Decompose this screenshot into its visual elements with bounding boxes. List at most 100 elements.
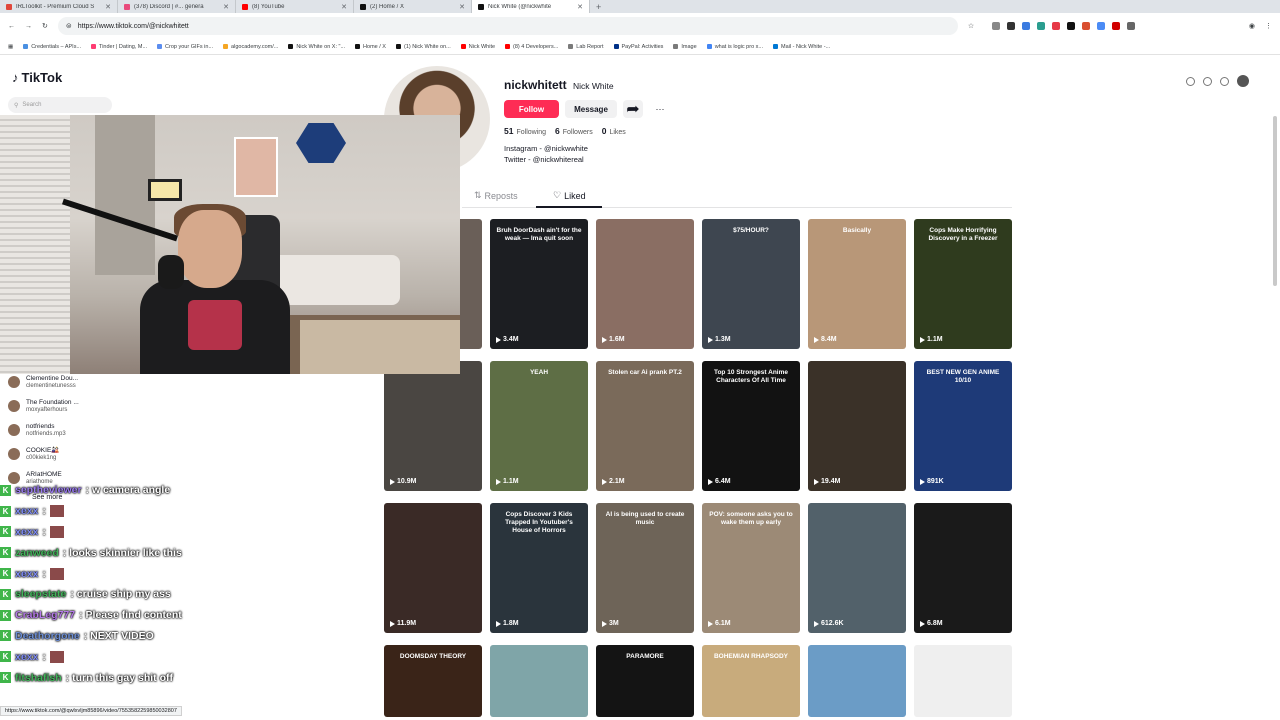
bookmark-favicon-icon xyxy=(460,44,466,49)
extension-icon[interactable] xyxy=(1097,22,1106,30)
more-options-icon[interactable]: ··· xyxy=(650,100,670,118)
following-account[interactable]: notfriends notfriends.mp3 xyxy=(8,418,118,442)
reload-icon[interactable]: ↻ xyxy=(42,22,48,30)
video-card[interactable]: 11.9M xyxy=(384,503,482,633)
bookmark-item[interactable]: algocademy.com/... xyxy=(223,44,278,50)
browser-tab[interactable]: (8) YouTube ✕ xyxy=(236,0,354,13)
video-card[interactable] xyxy=(914,645,1012,717)
extension-icon[interactable] xyxy=(1067,22,1076,30)
follow-button[interactable]: Follow xyxy=(504,100,559,118)
tab-favicon-icon xyxy=(124,3,130,10)
site-info-icon[interactable]: ⊜ xyxy=(66,22,72,30)
video-card[interactable]: DOOMSDAY THEORY xyxy=(384,645,482,717)
following-account[interactable]: COOKIE🎎 c00kiek1ng xyxy=(8,442,118,466)
puzzle-icon[interactable] xyxy=(1127,22,1136,30)
extension-icon[interactable] xyxy=(1052,22,1061,30)
browser-tab[interactable]: Nick White (@nickwhite ✕ xyxy=(472,0,590,13)
message-button[interactable]: Message xyxy=(565,100,617,118)
extension-icon[interactable] xyxy=(1007,22,1016,30)
play-icon xyxy=(390,478,395,485)
bookmark-star-icon[interactable]: ☆ xyxy=(968,22,974,30)
extension-icon[interactable] xyxy=(1112,22,1121,30)
video-card[interactable]: BEST NEW GEN ANIME 10/10 891K xyxy=(914,361,1012,491)
video-card[interactable]: Bruh DoorDash ain't for the weak — Ima q… xyxy=(490,219,588,349)
bookmark-item[interactable]: Mail - Nick White -... xyxy=(772,44,830,50)
tab-liked[interactable]: ♡ Liked xyxy=(553,190,586,201)
new-tab-icon[interactable]: + xyxy=(590,2,607,12)
video-card[interactable]: YEAH 1.1M xyxy=(490,361,588,491)
extension-icon[interactable] xyxy=(1037,22,1046,30)
followers-stat[interactable]: 6 Followers xyxy=(555,126,593,136)
extension-icon[interactable] xyxy=(992,22,1001,30)
download-icon[interactable] xyxy=(1220,76,1229,86)
bookmark-item[interactable]: Home / X xyxy=(355,44,386,50)
video-card[interactable]: Top 10 Strongest Anime Characters Of All… xyxy=(702,361,800,491)
video-card[interactable] xyxy=(490,645,588,717)
chat-text: : w camera angle xyxy=(85,484,171,497)
bookmark-item[interactable]: Nick White on X: "... xyxy=(288,44,345,50)
url-field[interactable]: ⊜ https://www.tiktok.com/@nickwhitett xyxy=(57,17,958,35)
following-stat[interactable]: 51 Following xyxy=(504,126,546,136)
device-icon[interactable] xyxy=(1203,76,1212,86)
profile-avatar-icon[interactable]: ◉ xyxy=(1249,22,1255,30)
browser-tab[interactable]: IRLToolkit - Premium Cloud S ✕ xyxy=(0,0,118,13)
video-card[interactable]: PARAMORE xyxy=(596,645,694,717)
bookmark-item[interactable]: Image xyxy=(673,44,697,50)
extension-icon[interactable] xyxy=(1022,22,1031,30)
user-avatar-icon[interactable] xyxy=(1237,75,1249,87)
bookmark-item[interactable]: Nick White xyxy=(460,44,495,50)
close-icon[interactable]: ✕ xyxy=(223,3,229,11)
url-text[interactable]: https://www.tiktok.com/@nickwhitett xyxy=(78,23,189,30)
video-card[interactable]: $75/HOUR? 1.3M xyxy=(702,219,800,349)
bookmark-item[interactable]: (1) Nick White on... xyxy=(395,44,451,50)
bookmark-item[interactable]: Tinder | Dating, M... xyxy=(91,44,147,50)
coins-icon[interactable] xyxy=(1186,76,1195,86)
bookmark-item[interactable]: PayPal: Activities xyxy=(613,44,663,50)
tab-title: (8) YouTube xyxy=(252,3,285,10)
bookmark-item[interactable]: (8) 4 Developers... xyxy=(505,44,558,50)
tab-favicon-icon xyxy=(6,3,12,10)
close-icon[interactable]: ✕ xyxy=(341,3,347,11)
apps-grid-icon[interactable]: ▦ xyxy=(8,44,13,50)
bookmark-item[interactable]: Crop your GIFs in... xyxy=(157,44,213,50)
play-icon xyxy=(814,478,819,485)
video-card[interactable]: Cops Discover 3 Kids Trapped In Youtuber… xyxy=(490,503,588,633)
close-icon[interactable]: ✕ xyxy=(577,3,583,11)
kebab-menu-icon[interactable]: ⋮ xyxy=(1265,22,1272,30)
forward-icon[interactable]: → xyxy=(25,23,32,30)
browser-tab[interactable]: (2) Home / X ✕ xyxy=(354,0,472,13)
browser-tab-strip: IRLToolkit - Premium Cloud S ✕ (378) Disco… xyxy=(0,0,1280,13)
back-icon[interactable]: ← xyxy=(8,23,15,30)
close-icon[interactable]: ✕ xyxy=(459,3,465,11)
tab-title: Nick White (@nickwhite xyxy=(488,3,552,10)
page-scrollbar[interactable] xyxy=(1273,116,1277,286)
search-input[interactable]: ⚲ Search xyxy=(8,97,112,113)
video-card[interactable]: Cops Make Horrifying Discovery in a Free… xyxy=(914,219,1012,349)
video-card[interactable]: BOHEMIAN RHAPSODY xyxy=(702,645,800,717)
tiktok-logo[interactable]: ♪ TikTok xyxy=(12,70,62,85)
video-card[interactable] xyxy=(808,645,906,717)
platform-badge-icon: K xyxy=(0,651,11,663)
video-card[interactable]: POV: someone asks you to wake them up ea… xyxy=(702,503,800,633)
video-card[interactable]: 6.8M xyxy=(914,503,1012,633)
bookmark-favicon-icon xyxy=(772,44,778,49)
video-card[interactable]: 10.9M xyxy=(384,361,482,491)
bookmark-favicon-icon xyxy=(706,44,712,49)
browser-tab[interactable]: (378) Discord | #... genera ✕ xyxy=(118,0,236,13)
bookmark-item[interactable]: Credentials – APIs... xyxy=(23,44,81,50)
share-icon[interactable]: ➦ xyxy=(623,100,643,118)
tab-reposts[interactable]: ⇅ Reposts xyxy=(474,190,518,201)
extension-icon[interactable] xyxy=(1082,22,1091,30)
video-card[interactable]: Stolen car Ai prank PT.2 2.1M xyxy=(596,361,694,491)
bookmark-item[interactable]: what is logic pro x... xyxy=(706,44,763,50)
play-icon xyxy=(496,620,501,627)
video-card[interactable]: Basically 8.4M xyxy=(808,219,906,349)
bookmark-item[interactable]: Lab Report xyxy=(568,44,604,50)
following-account[interactable]: The Foundation ... moxyafterhours xyxy=(8,394,118,418)
video-card[interactable]: 19.4M xyxy=(808,361,906,491)
video-card[interactable]: 612.6K xyxy=(808,503,906,633)
video-card[interactable]: AI is being used to create music 3M xyxy=(596,503,694,633)
close-icon[interactable]: ✕ xyxy=(105,3,111,11)
tiktok-note-icon: ♪ xyxy=(12,70,19,85)
video-card[interactable]: 1.6M xyxy=(596,219,694,349)
